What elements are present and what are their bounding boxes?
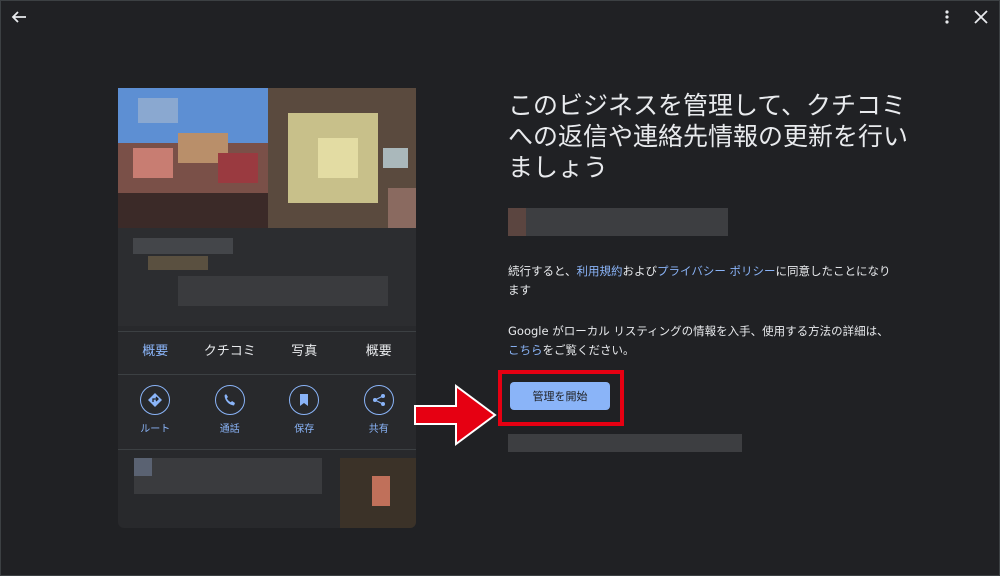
terms-prefix: 続行すると、 <box>508 264 577 278</box>
close-icon <box>974 10 988 24</box>
privacy-policy-link[interactable]: プライバシー ポリシー <box>657 264 775 278</box>
action-label: 保存 <box>294 424 315 435</box>
info-prefix: Google がローカル リスティングの情報を入手、使用する方法の詳細は、 <box>508 324 889 338</box>
red-arrow-icon <box>414 384 497 446</box>
phone-icon <box>214 385 245 415</box>
pixelated-block <box>134 458 152 476</box>
action-save: 保存 <box>267 375 342 449</box>
arrow-left-icon <box>11 11 26 23</box>
directions-icon <box>140 385 171 415</box>
bookmark-icon <box>289 385 320 415</box>
back-button[interactable] <box>8 6 30 28</box>
info-text: Google がローカル リスティングの情報を入手、使用する方法の詳細は、こちら… <box>508 322 898 360</box>
share-icon <box>363 385 394 415</box>
pixelated-block <box>372 476 390 506</box>
action-directions: ルート <box>118 375 193 449</box>
action-label: ルート <box>140 424 171 435</box>
pixelated-account-info <box>508 434 742 452</box>
pixelated-business-name <box>508 208 728 236</box>
info-suffix: をご覧ください。 <box>542 343 635 357</box>
business-preview-card: 概要 クチコミ 写真 概要 ルート 通話 保存 共有 <box>118 88 416 528</box>
pixelated-block <box>508 208 526 236</box>
pixelated-photo <box>118 88 416 326</box>
learn-more-link[interactable]: こちら <box>508 343 543 357</box>
action-label: 通話 <box>219 424 240 435</box>
terms-text: 続行すると、利用規約およびプライバシー ポリシーに同意したことになります <box>508 262 898 300</box>
tab-reviews: クチコミ <box>203 344 256 359</box>
close-button[interactable] <box>970 6 992 28</box>
start-managing-button[interactable]: 管理を開始 <box>510 382 610 410</box>
tab-about: 概要 <box>365 344 392 359</box>
more-vert-icon <box>945 10 949 24</box>
terms-middle: および <box>622 264 658 278</box>
tab-overview: 概要 <box>142 344 169 359</box>
terms-link[interactable]: 利用規約 <box>577 264 623 278</box>
action-share: 共有 <box>342 375 417 449</box>
action-call: 通話 <box>193 375 268 449</box>
more-options-button[interactable] <box>936 6 958 28</box>
page-heading: このビジネスを管理して、クチコミへの返信や連絡先情報の更新を行いましょう <box>508 91 909 182</box>
pixelated-listing-row <box>134 458 322 494</box>
tab-photos: 写真 <box>291 344 318 359</box>
preview-tabs: 概要 クチコミ 写真 概要 <box>118 331 416 375</box>
preview-actions: ルート 通話 保存 共有 <box>118 375 416 450</box>
action-label: 共有 <box>368 424 389 435</box>
